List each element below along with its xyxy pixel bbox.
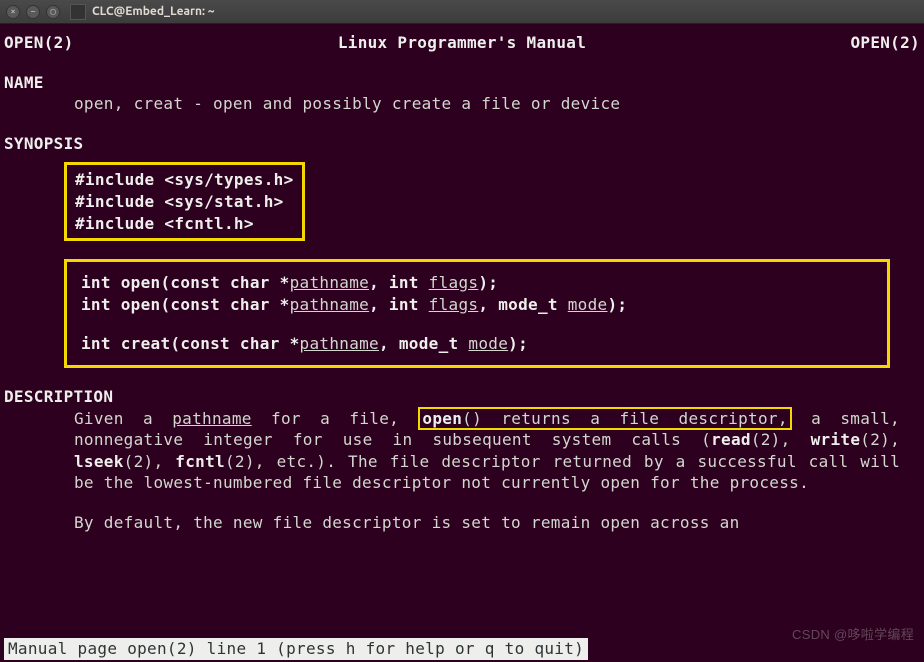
close-button[interactable]: ×: [6, 5, 20, 19]
sig-text: , int: [369, 273, 429, 292]
desc-text: (2), etc.). The file descriptor: [225, 452, 541, 471]
desc-param: pathname: [172, 409, 251, 428]
sig-param: mode: [468, 334, 508, 353]
section-synopsis-heading: SYNOPSIS: [4, 133, 920, 155]
desc-text: a: [792, 409, 821, 428]
desc-fn: read: [711, 430, 751, 449]
include-line: #include <sys/types.h>: [75, 169, 294, 191]
desc-fn: lseek: [74, 452, 124, 471]
includes-highlight-box: #include <sys/types.h> #include <sys/sta…: [64, 162, 305, 241]
window-controls: × − ▢: [6, 5, 60, 19]
header-right: OPEN(2): [850, 32, 920, 54]
watermark: CSDN @哆啦学编程: [792, 626, 914, 644]
minimize-button[interactable]: −: [26, 5, 40, 19]
desc-fn: open: [422, 409, 462, 428]
desc-fn: fcntl: [175, 452, 225, 471]
include-line: #include <fcntl.h>: [75, 213, 294, 235]
window-title: CLC@Embed_Learn: ~: [92, 5, 215, 18]
window-titlebar: × − ▢ CLC@Embed_Learn: ~: [0, 0, 924, 24]
maximize-button[interactable]: ▢: [46, 5, 60, 19]
sig-text: , mode_t: [478, 295, 567, 314]
section-description-heading: DESCRIPTION: [4, 386, 920, 408]
status-line: Manual page open(2) line 1 (press h for …: [4, 638, 588, 660]
sig-text: );: [607, 295, 627, 314]
description-para1: Given a pathname for a file, open() retu…: [4, 408, 920, 494]
sig-text: int creat(const char *: [81, 334, 300, 353]
manpage-header: OPEN(2) Linux Programmer's Manual OPEN(2…: [4, 32, 920, 54]
name-text: open, creat - open and possibly create a…: [4, 93, 920, 115]
sig-param: pathname: [300, 334, 379, 353]
inline-highlight-box: open() returns a file descriptor,: [418, 407, 791, 430]
sig-param: pathname: [290, 295, 369, 314]
sig-text: int open(const char *: [81, 295, 290, 314]
signature-open1: int open(const char *pathname, int flags…: [81, 272, 873, 294]
signatures-highlight-box: int open(const char *pathname, int flags…: [64, 259, 890, 368]
desc-text: (2),: [860, 430, 900, 449]
sig-param: flags: [429, 273, 479, 292]
description-para2: By default, the new file descriptor is s…: [4, 512, 920, 534]
desc-text: Given a: [74, 409, 172, 428]
terminal-content[interactable]: OPEN(2) Linux Programmer's Manual OPEN(2…: [0, 24, 924, 662]
sig-text: );: [478, 273, 498, 292]
sig-param: flags: [429, 295, 479, 314]
header-center: Linux Programmer's Manual: [338, 32, 586, 54]
desc-text: () returns a file descriptor,: [462, 409, 788, 428]
signature-open2: int open(const char *pathname, int flags…: [81, 294, 873, 316]
desc-fn: write: [811, 430, 861, 449]
sig-text: , mode_t: [379, 334, 468, 353]
sig-text: );: [508, 334, 528, 353]
signature-creat: int creat(const char *pathname, mode_t m…: [81, 333, 873, 355]
desc-text: (2),: [751, 430, 811, 449]
sig-param: pathname: [290, 273, 369, 292]
section-name-heading: NAME: [4, 72, 920, 94]
terminal-icon: [70, 4, 86, 20]
sig-param: mode: [568, 295, 608, 314]
sig-text: int open(const char *: [81, 273, 290, 292]
header-left: OPEN(2): [4, 32, 74, 54]
include-line: #include <sys/stat.h>: [75, 191, 294, 213]
desc-text: (2),: [124, 452, 176, 471]
desc-text: for a file,: [252, 409, 419, 428]
sig-text: , int: [369, 295, 429, 314]
